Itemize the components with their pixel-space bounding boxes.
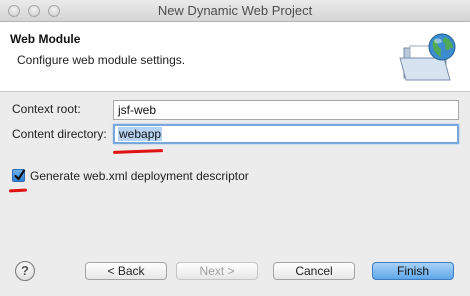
folder-globe-icon — [398, 30, 460, 86]
content-directory-value: webapp — [118, 127, 163, 141]
annotation-underline — [8, 188, 28, 193]
window-titlebar: New Dynamic Web Project — [0, 0, 470, 22]
context-root-input[interactable]: jsf-web — [113, 100, 459, 120]
generate-descriptor-checkbox[interactable] — [12, 169, 26, 182]
help-button[interactable]: ? — [15, 261, 35, 281]
back-button[interactable]: < Back — [85, 262, 167, 280]
page-title: Web Module — [10, 32, 81, 46]
content-directory-input[interactable]: webapp — [113, 124, 459, 144]
window-title: New Dynamic Web Project — [157, 3, 313, 18]
generate-descriptor-label[interactable]: Generate web.xml deployment descriptor — [30, 169, 249, 183]
finish-button[interactable]: Finish — [372, 262, 454, 280]
page-description: Configure web module settings. — [17, 53, 186, 67]
content-directory-label: Content directory: — [12, 127, 107, 141]
next-button[interactable]: Next > — [176, 262, 258, 280]
annotation-underline — [112, 149, 164, 154]
context-root-label: Context root: — [12, 102, 81, 116]
checkmark-icon — [14, 169, 26, 181]
cancel-button[interactable]: Cancel — [273, 262, 355, 280]
wizard-banner: Web Module Configure web module settings… — [0, 22, 470, 92]
